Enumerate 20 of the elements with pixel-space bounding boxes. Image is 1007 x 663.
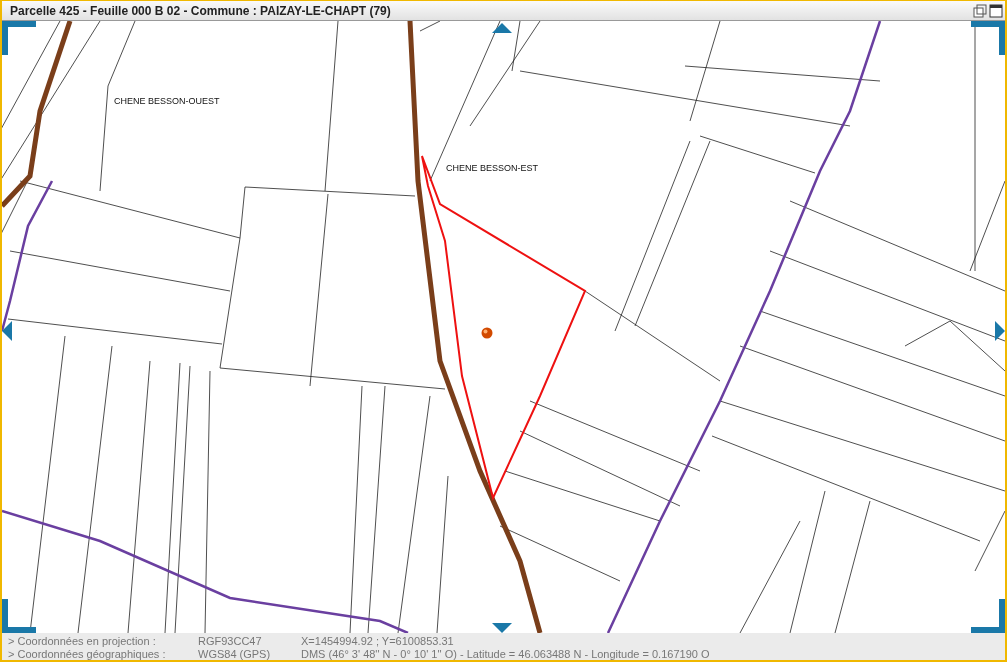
corner-bracket-icon [971, 599, 1005, 633]
coordinate-system: RGF93CC47 [198, 635, 263, 648]
maximize-icon[interactable] [989, 3, 1003, 18]
place-label: CHENE BESSON-OUEST [114, 96, 220, 106]
restore-icon[interactable] [973, 3, 987, 18]
coordinate-system: WGS84 (GPS) [198, 648, 272, 660]
coordinate-label: > Coordonnées en projection : [8, 635, 157, 648]
pan-right-icon[interactable] [995, 321, 1005, 341]
pan-left-icon[interactable] [2, 321, 12, 341]
corner-bracket-icon [2, 21, 36, 55]
corner-bracket-icon [971, 21, 1005, 55]
pan-up-icon[interactable] [492, 23, 512, 33]
coordinate-value: X=1454994.92 ; Y=6100853.31 [301, 635, 454, 648]
place-label: CHENE BESSON-EST [446, 163, 539, 173]
corner-bracket-icon [2, 599, 36, 633]
map-view[interactable]: CHENE BESSON-OUEST CHENE BESSON-EST [2, 21, 1005, 633]
coordinate-value: DMS (46° 3' 48'' N - 0° 10' 1'' O) - Latitude = 46.063488 N - Longitude = 0.167190 O [301, 648, 710, 660]
window-title: Parcelle 425 - Feuille 000 B 02 - Commune : PAIZAY-LE-CHAPT (79) [10, 3, 391, 18]
coordinate-label: > Coordonnées géographiques : [8, 648, 167, 660]
location-marker-icon [481, 327, 493, 339]
